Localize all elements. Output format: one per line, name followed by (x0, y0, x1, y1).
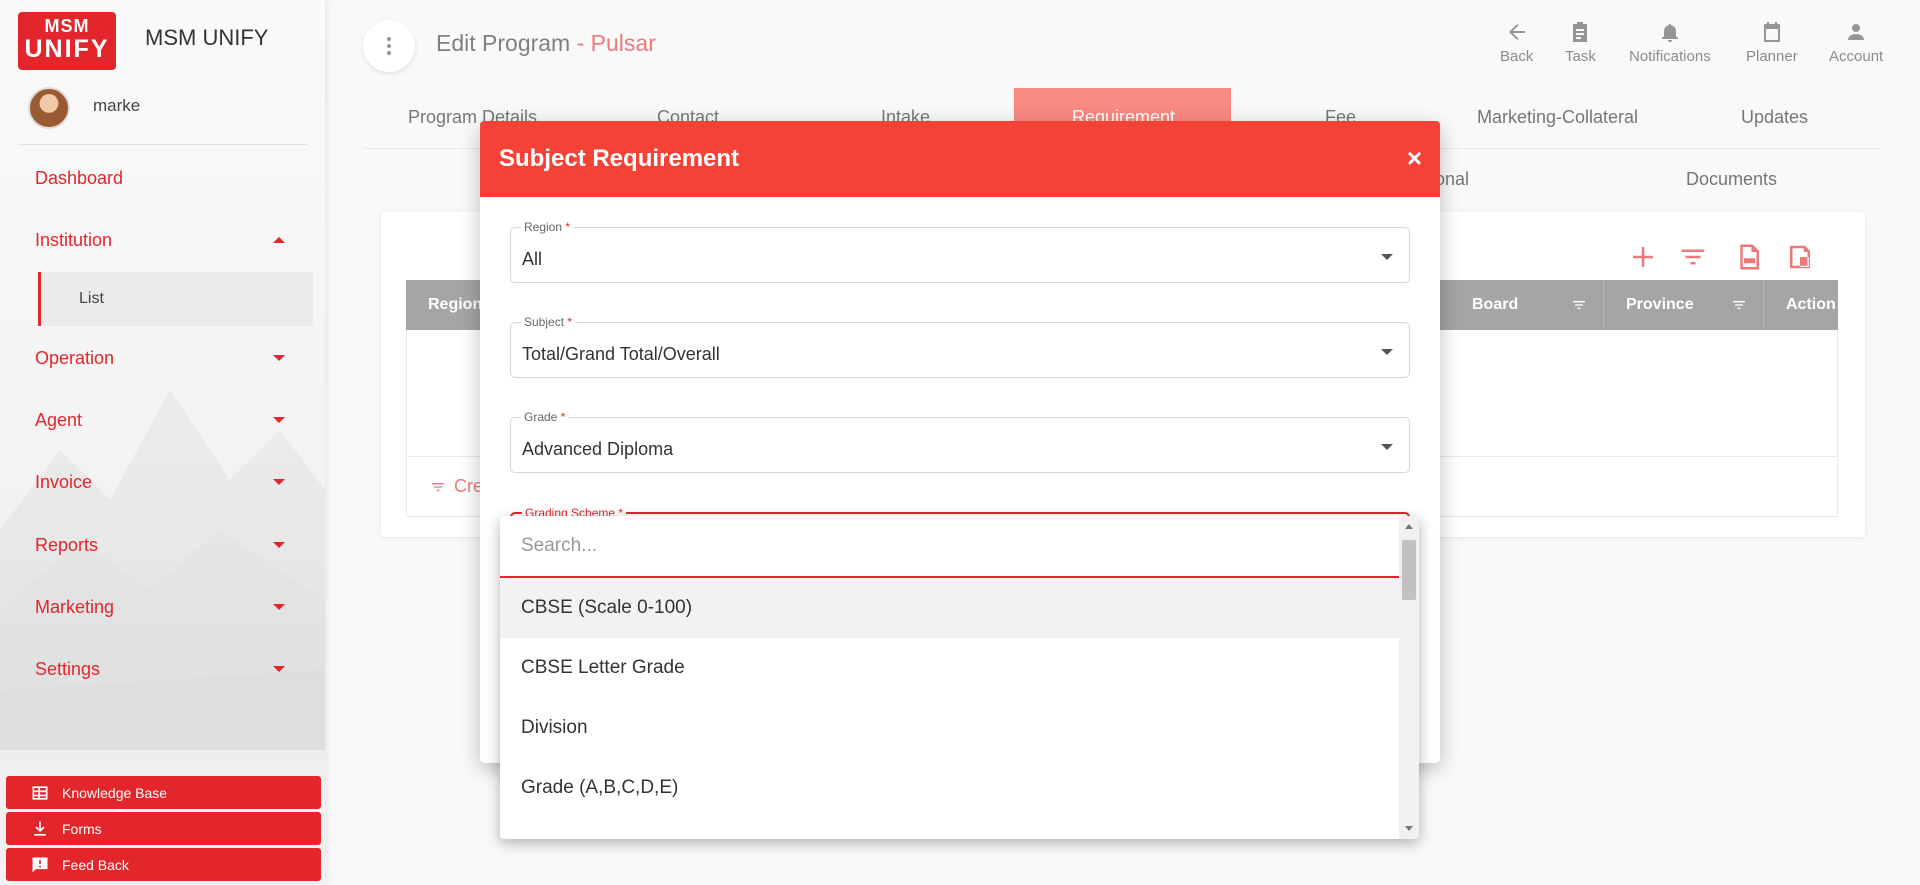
forms-button[interactable]: Forms (6, 812, 321, 845)
feedback-icon (32, 857, 48, 872)
sidebar-item-settings[interactable]: Settings (35, 654, 285, 684)
sidebar-item-label: Agent (35, 409, 83, 430)
scrollbar-thumb[interactable] (1402, 540, 1416, 600)
subject-value: Total/Grand Total/Overall (522, 344, 720, 364)
caret-down-icon (273, 542, 285, 548)
sidebar-item-marketing[interactable]: Marketing (35, 592, 285, 622)
sidebar-item-label: Institution (35, 229, 113, 250)
logo-line1: MSM (44, 16, 90, 36)
required-mark: * (560, 410, 566, 424)
sidebar-item-label: Reports (35, 534, 99, 555)
sidebar-item-label: Settings (35, 658, 101, 679)
chevron-down-icon (1381, 254, 1393, 260)
download-icon (34, 821, 46, 836)
sidebar-item-label: Operation (35, 347, 115, 368)
sidebar-item-invoice[interactable]: Invoice (35, 467, 285, 497)
modal-header: Subject Requirement × (480, 121, 1440, 197)
feedback-label: Feed Back (62, 856, 129, 873)
msm-unify-logo[interactable]: MSM UNIFY (18, 12, 116, 70)
chevron-down-icon (1381, 444, 1393, 450)
sidebar-subitem-list[interactable]: List (38, 272, 313, 326)
sidebar-divider (18, 144, 307, 145)
avatar[interactable] (28, 87, 70, 129)
logo-line2: UNIFY (24, 35, 110, 63)
sidebar-item-institution[interactable]: Institution (35, 225, 285, 255)
knowledge-base-label: Knowledge Base (62, 784, 168, 801)
subject-select[interactable]: Subject * Total/Grand Total/Overall (510, 315, 1410, 378)
subject-field-label: Subject * (521, 315, 576, 329)
scroll-down-icon[interactable] (1405, 826, 1413, 831)
forms-label: Forms (62, 820, 102, 837)
dropdown-search-input[interactable]: Search... (500, 516, 1399, 578)
sidebar-item-label: Dashboard (35, 167, 124, 188)
dropdown-option[interactable]: CBSE (Scale 0-100) (500, 578, 1399, 638)
caret-down-icon (273, 604, 285, 610)
grading-scheme-dropdown: Search... CBSE (Scale 0-100) CBSE Letter… (500, 516, 1419, 839)
grade-field-label: Grade * (521, 410, 569, 424)
sidebar-item-dashboard[interactable]: Dashboard (35, 163, 285, 193)
region-select[interactable]: Region * All (510, 220, 1410, 283)
sidebar-item-reports[interactable]: Reports (35, 530, 285, 560)
caret-down-icon (273, 479, 285, 485)
sidebar-item-agent[interactable]: Agent (35, 405, 285, 435)
required-mark: * (565, 220, 571, 234)
sidebar: MSM UNIFY MSM UNIFY marke Dashboard Inst… (0, 0, 325, 885)
chevron-down-icon (1381, 349, 1393, 355)
sidebar-item-operation[interactable]: Operation (35, 343, 285, 373)
region-label-text: Region (524, 220, 563, 234)
username: marke (93, 96, 141, 115)
scroll-up-icon[interactable] (1405, 524, 1413, 529)
caret-up-icon (273, 237, 285, 243)
caret-down-icon (273, 355, 285, 361)
caret-down-icon (273, 666, 285, 672)
dropdown-option[interactable]: Grade (A,B,C,D,E) (500, 758, 1399, 818)
feedback-button[interactable]: Feed Back (6, 848, 321, 881)
brand-name: MSM UNIFY (145, 25, 269, 50)
knowledge-base-icon (32, 785, 48, 800)
dropdown-option[interactable]: Division (500, 698, 1399, 758)
subject-label-text: Subject (524, 315, 565, 329)
knowledge-base-button[interactable]: Knowledge Base (6, 776, 321, 809)
sidebar-item-label: Invoice (35, 471, 93, 492)
required-mark: * (567, 315, 573, 329)
modal-title: Subject Requirement (499, 145, 740, 172)
grade-label-text: Grade (524, 410, 558, 424)
region-field-label: Region * (521, 220, 574, 234)
grade-select[interactable]: Grade * Advanced Diploma (510, 410, 1410, 473)
close-icon[interactable]: × (1407, 143, 1422, 174)
grade-value: Advanced Diploma (522, 439, 674, 459)
dropdown-option[interactable]: CBSE Letter Grade (500, 638, 1399, 698)
dropdown-scrollbar[interactable] (1399, 516, 1419, 839)
sidebar-item-label: List (79, 290, 104, 307)
region-value: All (522, 249, 543, 269)
sidebar-item-label: Marketing (35, 596, 115, 617)
caret-down-icon (273, 417, 285, 423)
